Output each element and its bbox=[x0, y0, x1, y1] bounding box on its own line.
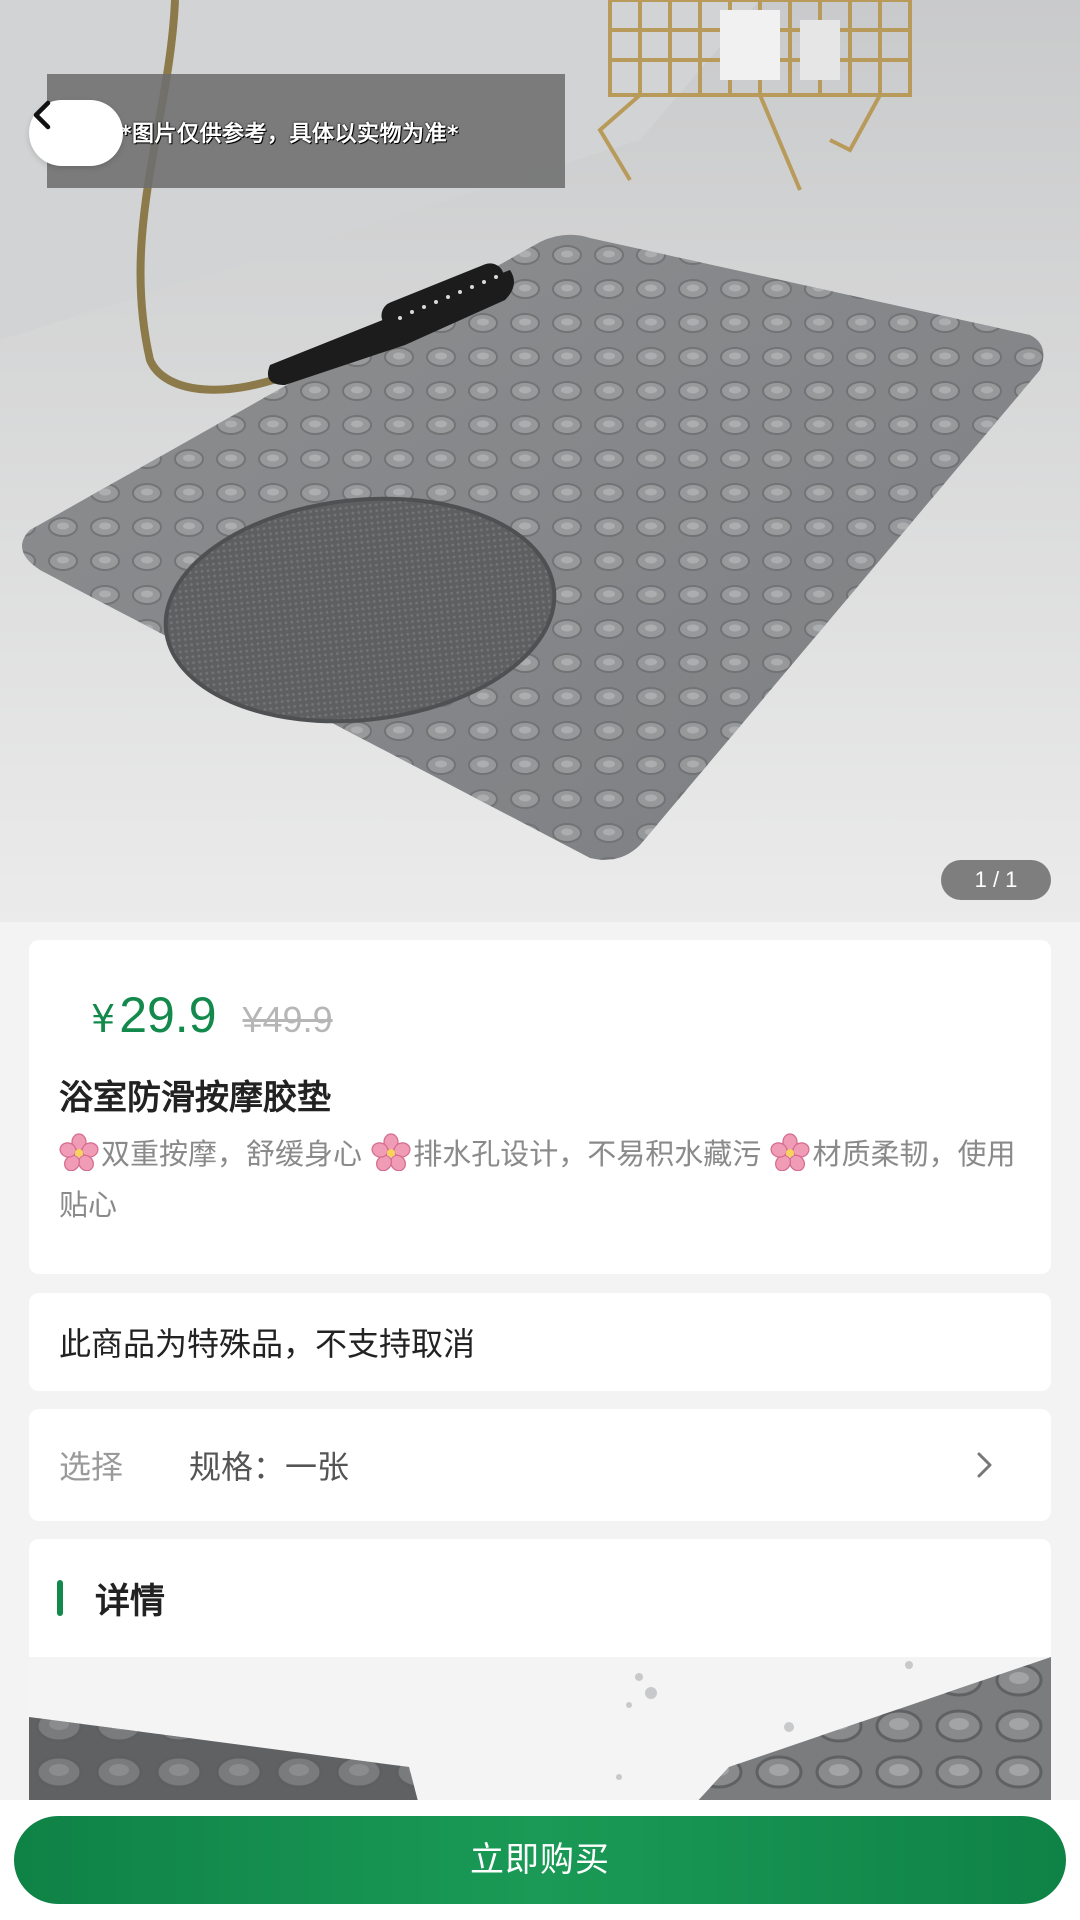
detail-accent-bar bbox=[57, 1580, 63, 1616]
bottom-action-bar: 立即购买 bbox=[0, 1800, 1080, 1920]
image-disclaimer-text: *图片仅供参考，具体以实物为准* bbox=[120, 122, 460, 147]
product-description: 双重按摩，舒缓身心 排水孔设计，不易积水藏污 材质柔韧，使用贴心 bbox=[59, 1129, 1021, 1231]
special-item-notice-text: 此商品为特殊品，不支持取消 bbox=[59, 1325, 476, 1363]
product-image-gallery[interactable]: *图片仅供参考，具体以实物为准* 1 / 1 bbox=[0, 0, 1080, 922]
chevron-right-icon bbox=[977, 1452, 992, 1478]
spec-label: 选择 bbox=[59, 1448, 124, 1486]
spec-selector[interactable]: 选择 规格：一张 bbox=[29, 1409, 1051, 1521]
product-title: 浴室防滑按摩胶垫 bbox=[59, 1078, 331, 1118]
buy-now-button[interactable]: 立即购买 bbox=[14, 1816, 1066, 1904]
detail-header: 详情 bbox=[29, 1539, 1051, 1657]
price-currency: ¥ bbox=[91, 997, 116, 1041]
cherry-blossom-icon bbox=[371, 1133, 411, 1171]
back-arrow-icon bbox=[33, 100, 51, 130]
cherry-blossom-icon bbox=[770, 1133, 810, 1171]
price-row: ¥ 29.9 ¥49.9 bbox=[59, 986, 1021, 1044]
back-button[interactable] bbox=[29, 100, 123, 166]
special-item-notice-card: 此商品为特殊品，不支持取消 bbox=[29, 1293, 1051, 1391]
feature-text-1: 双重按摩，舒缓身心 bbox=[101, 1137, 372, 1171]
spec-value: 规格：一张 bbox=[189, 1448, 350, 1486]
feature-text-2: 排水孔设计，不易积水藏污 bbox=[413, 1137, 771, 1171]
current-price: 29.9 bbox=[119, 987, 217, 1043]
original-price: ¥49.9 bbox=[242, 999, 333, 1040]
image-counter: 1 / 1 bbox=[941, 860, 1051, 900]
product-info-card: ¥ 29.9 ¥49.9 浴室防滑按摩胶垫 双重按摩，舒缓身心 排水孔设计，不易… bbox=[29, 940, 1051, 1274]
detail-title: 详情 bbox=[95, 1581, 166, 1622]
cherry-blossom-icon bbox=[59, 1133, 99, 1171]
